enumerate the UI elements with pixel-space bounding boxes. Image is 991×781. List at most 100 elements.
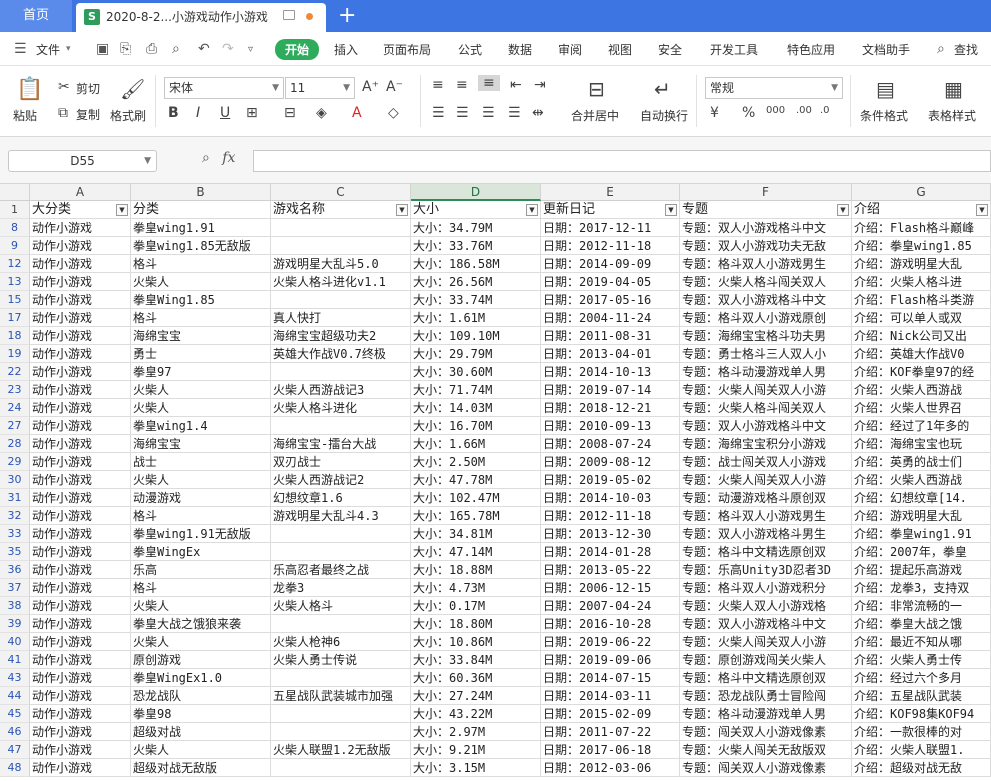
table-cell[interactable]: 日期：2017-12-11	[541, 219, 680, 237]
filter-dropdown-icon[interactable]: ▼	[116, 204, 128, 216]
menu-tab-review[interactable]: 审阅	[558, 41, 582, 58]
table-cell[interactable]: 大小：1.61M	[411, 309, 541, 327]
table-cell[interactable]	[271, 363, 411, 381]
row-header[interactable]: 17	[0, 309, 30, 327]
table-cell[interactable]: 动作小游戏	[30, 651, 131, 669]
table-cell[interactable]: 介绍：英雄大作战V0	[852, 345, 991, 363]
table-cell[interactable]: 火柴人联盟1.2无敌版	[271, 741, 411, 759]
row-header[interactable]: 33	[0, 525, 30, 543]
table-cell[interactable]: 日期：2019-04-05	[541, 273, 680, 291]
select-all-corner[interactable]	[0, 184, 30, 201]
paste-icon[interactable]: 📋	[16, 77, 43, 102]
table-cell[interactable]: 日期：2012-11-18	[541, 507, 680, 525]
table-cell[interactable]: 介绍：拳皇大战之饿	[852, 615, 991, 633]
table-cell[interactable]: 动作小游戏	[30, 579, 131, 597]
unsaved-dot-icon[interactable]	[306, 13, 313, 20]
table-cell[interactable]: 介绍：KOF拳皇97的经	[852, 363, 991, 381]
table-cell[interactable]: 大小：0.17M	[411, 597, 541, 615]
table-cell[interactable]: 动作小游戏	[30, 237, 131, 255]
column-header-d[interactable]: D	[411, 184, 541, 201]
table-cell[interactable]: 日期：2016-10-28	[541, 615, 680, 633]
redo-icon[interactable]: ↷	[222, 41, 234, 57]
percent-icon[interactable]: %	[742, 105, 755, 121]
row-header[interactable]: 22	[0, 363, 30, 381]
filter-dropdown-icon[interactable]: ▼	[526, 204, 538, 216]
table-cell[interactable]: 介绍：游戏明星大乱	[852, 507, 991, 525]
menu-tab-formula[interactable]: 公式	[458, 41, 482, 58]
table-cell[interactable]: 大小：3.15M	[411, 759, 541, 777]
indent-decrease-icon[interactable]: ⇤	[510, 77, 522, 93]
table-cell[interactable]: 介绍：Flash格斗类游	[852, 291, 991, 309]
table-cell[interactable]: 动作小游戏	[30, 471, 131, 489]
table-cell[interactable]: 日期：2014-03-11	[541, 687, 680, 705]
table-cell[interactable]: 介绍：拳皇wing1.91	[852, 525, 991, 543]
table-cell[interactable]: 日期：2017-05-16	[541, 291, 680, 309]
table-cell[interactable]: 双刃战士	[271, 453, 411, 471]
table-cell[interactable]: 动作小游戏	[30, 759, 131, 777]
column-title-cell[interactable]: 游戏名称	[271, 201, 411, 219]
name-box[interactable]: D55 ▼	[8, 150, 157, 172]
table-cell[interactable]: 动作小游戏	[30, 417, 131, 435]
table-cell[interactable]: 日期：2013-05-22	[541, 561, 680, 579]
table-style-button[interactable]: 表格样式	[928, 107, 976, 124]
table-cell[interactable]: 大小：60.36M	[411, 669, 541, 687]
font-grow-icon[interactable]: A⁺	[362, 79, 379, 95]
table-cell[interactable]: 介绍：拳皇wing1.85	[852, 237, 991, 255]
table-cell[interactable]	[271, 705, 411, 723]
table-cell[interactable]: 拳皇97	[131, 363, 271, 381]
column-title-cell[interactable]: 介绍	[852, 201, 991, 219]
table-cell[interactable]: 日期：2013-12-30	[541, 525, 680, 543]
table-cell[interactable]: 日期：2008-07-24	[541, 435, 680, 453]
table-cell[interactable]	[271, 669, 411, 687]
table-cell[interactable]: 专题：格斗动漫游戏单人男	[680, 363, 852, 381]
hamburger-icon[interactable]: ☰	[14, 41, 27, 57]
table-cell[interactable]: 动作小游戏	[30, 741, 131, 759]
table-cell[interactable]: 介绍：英勇的战士们	[852, 453, 991, 471]
row-header[interactable]: 23	[0, 381, 30, 399]
search-icon[interactable]: ⌕	[937, 41, 945, 57]
table-cell[interactable]	[271, 615, 411, 633]
row-header[interactable]: 39	[0, 615, 30, 633]
font-name-select[interactable]: 宋体 ▼	[164, 77, 284, 99]
table-cell[interactable]: 超级对战	[131, 723, 271, 741]
clear-icon[interactable]: ◇	[388, 105, 399, 121]
save-icon[interactable]: ▣	[96, 41, 109, 57]
filter-dropdown-icon[interactable]: ▼	[976, 204, 988, 216]
row-header[interactable]: 40	[0, 633, 30, 651]
row-header[interactable]: 8	[0, 219, 30, 237]
table-cell[interactable]: 动作小游戏	[30, 615, 131, 633]
filter-dropdown-icon[interactable]: ▼	[665, 204, 677, 216]
table-cell[interactable]: 勇士	[131, 345, 271, 363]
row-header[interactable]: 41	[0, 651, 30, 669]
table-cell[interactable]: 专题：勇士格斗三人双人小	[680, 345, 852, 363]
justify-icon[interactable]: ☰	[508, 105, 521, 121]
table-cell[interactable]: 专题：双人小游戏功夫无敌	[680, 237, 852, 255]
table-cell[interactable]: 动作小游戏	[30, 291, 131, 309]
table-cell[interactable]: 日期：2017-06-18	[541, 741, 680, 759]
table-cell[interactable]: 专题：格斗动漫游戏单人男	[680, 705, 852, 723]
table-cell[interactable]: 专题：格斗中文精选原创双	[680, 669, 852, 687]
table-cell[interactable]: 火柴人	[131, 633, 271, 651]
table-cell[interactable]: 拳皇Wing1.85	[131, 291, 271, 309]
table-cell[interactable]: 专题：乐高Unity3D忍者3D	[680, 561, 852, 579]
table-cell[interactable]: 日期：2014-01-28	[541, 543, 680, 561]
table-cell[interactable]	[271, 525, 411, 543]
row-header[interactable]: 27	[0, 417, 30, 435]
table-cell[interactable]: 动作小游戏	[30, 687, 131, 705]
table-cell[interactable]: 火柴人格斗进化	[271, 399, 411, 417]
table-cell[interactable]: 大小：2.50M	[411, 453, 541, 471]
table-cell[interactable]: 专题：格斗双人小游戏原创	[680, 309, 852, 327]
table-cell[interactable]: 大小：109.10M	[411, 327, 541, 345]
table-cell[interactable]: 介绍：提起乐高游戏	[852, 561, 991, 579]
table-cell[interactable]: 幻想纹章1.6	[271, 489, 411, 507]
align-bottom-icon[interactable]: ≡	[478, 75, 500, 91]
table-cell[interactable]: 火柴人	[131, 471, 271, 489]
filter-dropdown-icon[interactable]: ▼	[396, 204, 408, 216]
table-cell[interactable]: 专题：格斗双人小游戏积分	[680, 579, 852, 597]
column-title-cell[interactable]: 专题	[680, 201, 852, 219]
menu-tab-data[interactable]: 数据	[508, 41, 532, 58]
table-cell[interactable]: 火柴人	[131, 273, 271, 291]
table-cell[interactable]: 大小：34.81M	[411, 525, 541, 543]
table-cell[interactable]: 介绍：幻想纹章[14.	[852, 489, 991, 507]
table-cell[interactable]: 日期：2019-09-06	[541, 651, 680, 669]
